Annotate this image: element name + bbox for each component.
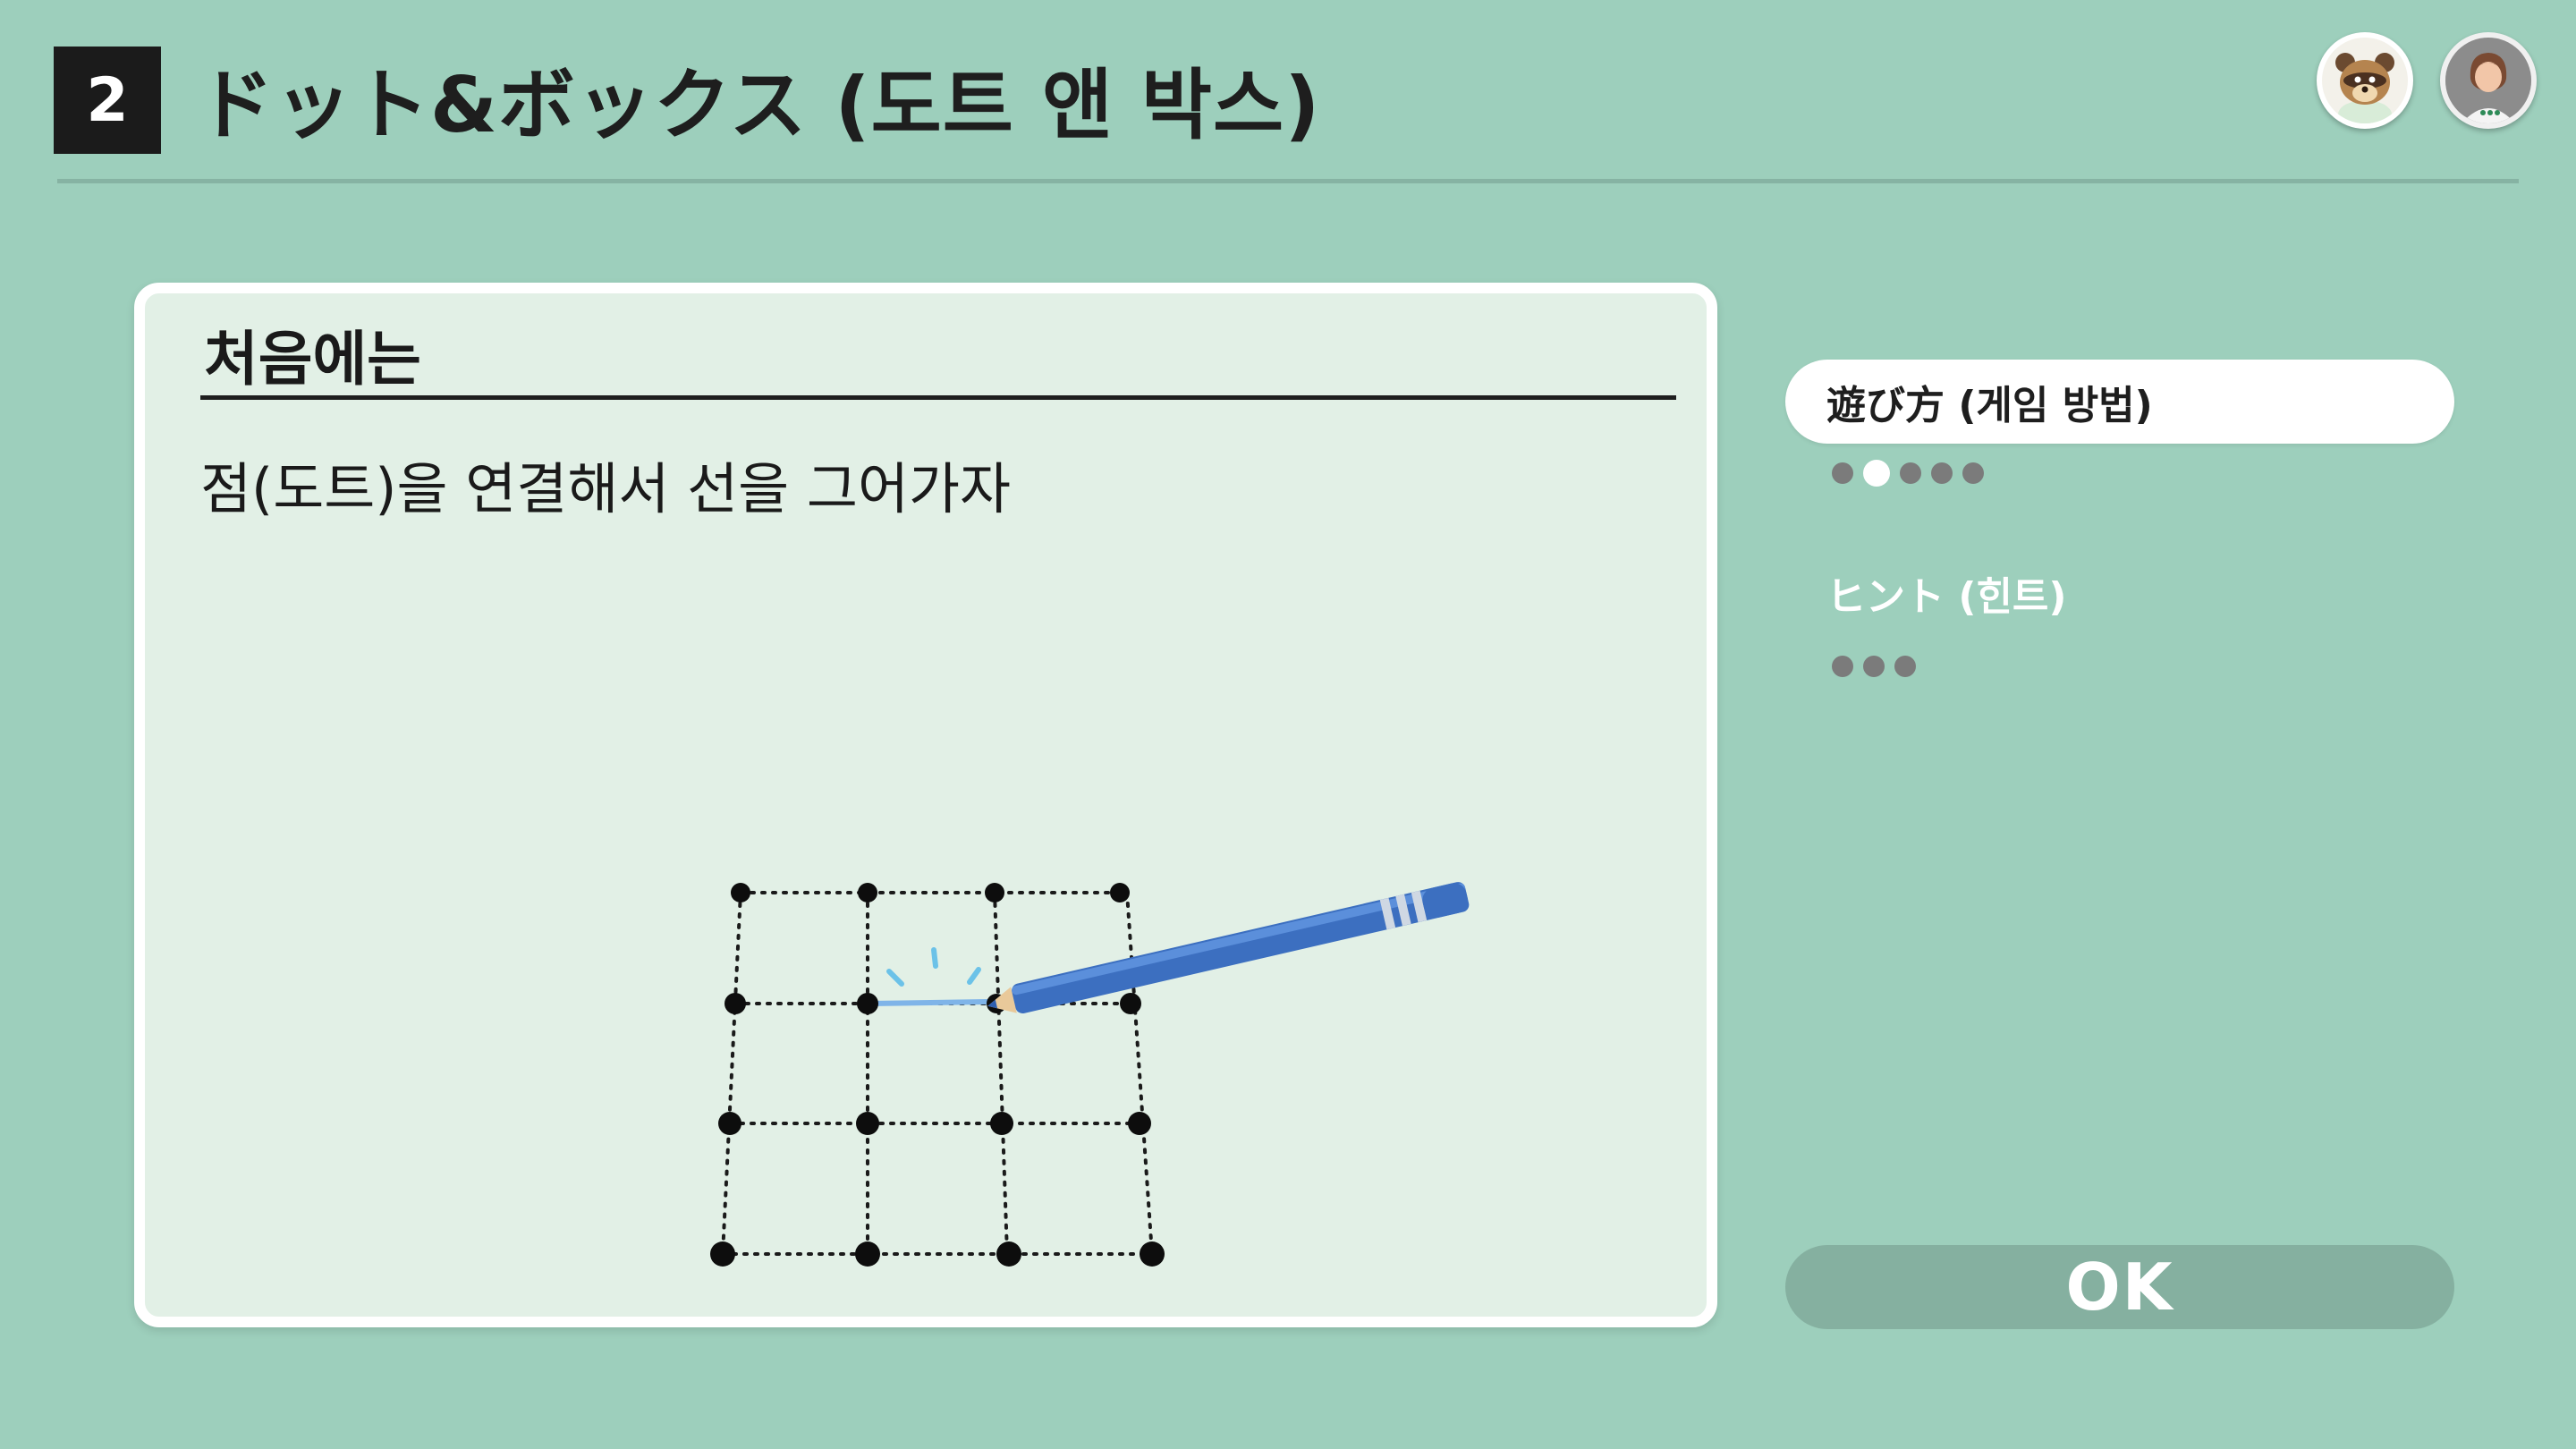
ok-button[interactable]: OK	[1785, 1245, 2454, 1329]
header-divider	[57, 179, 2519, 183]
page-title: ドット&ボックス (도트 앤 박스)	[197, 61, 1321, 150]
instruction-text: 점(도트)을 연결해서 선을 그어가자	[200, 456, 1012, 521]
dots-and-boxes-illustration	[710, 882, 1470, 1267]
instruction-panel: 처음에는 점(도트)을 연결해서 선을 그어가자	[134, 283, 1717, 1327]
tom-nook-avatar[interactable]	[2317, 32, 2413, 129]
menu-item-how-to-play[interactable]: 遊び方 (게임 방법)	[1785, 360, 2454, 444]
page-dot	[1962, 462, 1984, 484]
menu-item-label: 遊び方 (게임 방법)	[1826, 383, 2153, 428]
page-dot-current	[1863, 460, 1890, 487]
menu-item-hint[interactable]: ヒント (힌트)	[1785, 551, 2454, 635]
raccoon-face-icon	[2322, 38, 2408, 123]
menu-item-label: ヒント (힌트)	[1826, 574, 2067, 620]
page-dot	[1832, 462, 1853, 484]
pencil-icon	[987, 882, 1470, 1014]
section-heading: 처음에는	[204, 325, 421, 394]
header-bar: 2 ドット&ボックス (도트 앤 박스)	[0, 0, 2576, 188]
page-dot	[1832, 656, 1853, 677]
grid-dots	[710, 883, 1165, 1267]
page-dot	[1863, 656, 1885, 677]
drawn-line	[867, 999, 990, 1006]
page-indicator-hint	[1832, 653, 1916, 680]
page-dot	[1894, 656, 1916, 677]
page-indicator-how-to-play	[1832, 460, 1984, 487]
page-dot	[1900, 462, 1921, 484]
section-divider	[200, 395, 1676, 400]
player-portrait-icon	[2445, 38, 2531, 123]
sparkle-icon	[886, 947, 981, 987]
page-dot	[1931, 462, 1953, 484]
game-number-badge: 2	[54, 47, 161, 154]
dotted-grid-lines	[721, 891, 1154, 1256]
player-avatar[interactable]	[2440, 32, 2537, 129]
